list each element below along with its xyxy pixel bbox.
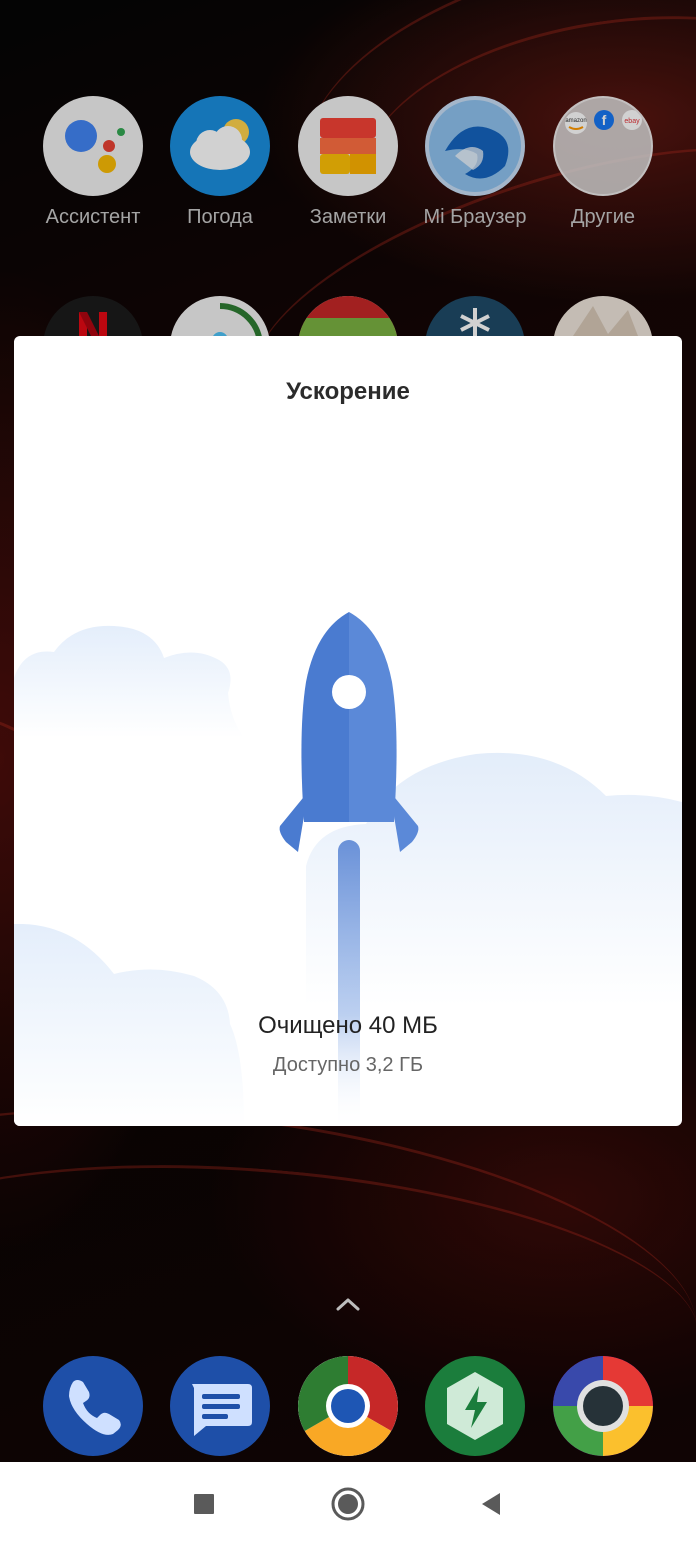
back-icon bbox=[482, 1493, 500, 1515]
back-button[interactable] bbox=[472, 1486, 508, 1522]
navigation-bar bbox=[0, 1462, 696, 1546]
cloud-left-top bbox=[14, 625, 244, 738]
security-icon bbox=[425, 1356, 525, 1456]
dock-camera[interactable] bbox=[538, 1356, 668, 1456]
dock-messages[interactable] bbox=[155, 1356, 285, 1456]
boost-dialog: Ускорение Очищено 40 МБ Доступно 3,2 ГБ bbox=[14, 336, 682, 1126]
chevron-up-icon[interactable] bbox=[333, 1294, 363, 1314]
dialog-title: Ускорение bbox=[286, 378, 410, 405]
cleaned-amount: Очищено 40 МБ bbox=[258, 1012, 438, 1039]
rocket-illustration bbox=[279, 612, 419, 1126]
dock-chrome[interactable] bbox=[283, 1356, 413, 1456]
chrome-icon bbox=[298, 1356, 398, 1456]
available-memory: Доступно 3,2 ГБ bbox=[272, 1054, 424, 1076]
camera-icon bbox=[553, 1356, 653, 1456]
phone-icon bbox=[43, 1356, 143, 1456]
home-button[interactable] bbox=[330, 1486, 366, 1522]
dock-phone[interactable] bbox=[28, 1356, 158, 1456]
recents-icon bbox=[194, 1494, 214, 1514]
dock-security[interactable] bbox=[410, 1356, 540, 1456]
home-icon bbox=[331, 1487, 365, 1521]
messages-icon bbox=[170, 1356, 270, 1456]
recents-button[interactable] bbox=[186, 1486, 222, 1522]
